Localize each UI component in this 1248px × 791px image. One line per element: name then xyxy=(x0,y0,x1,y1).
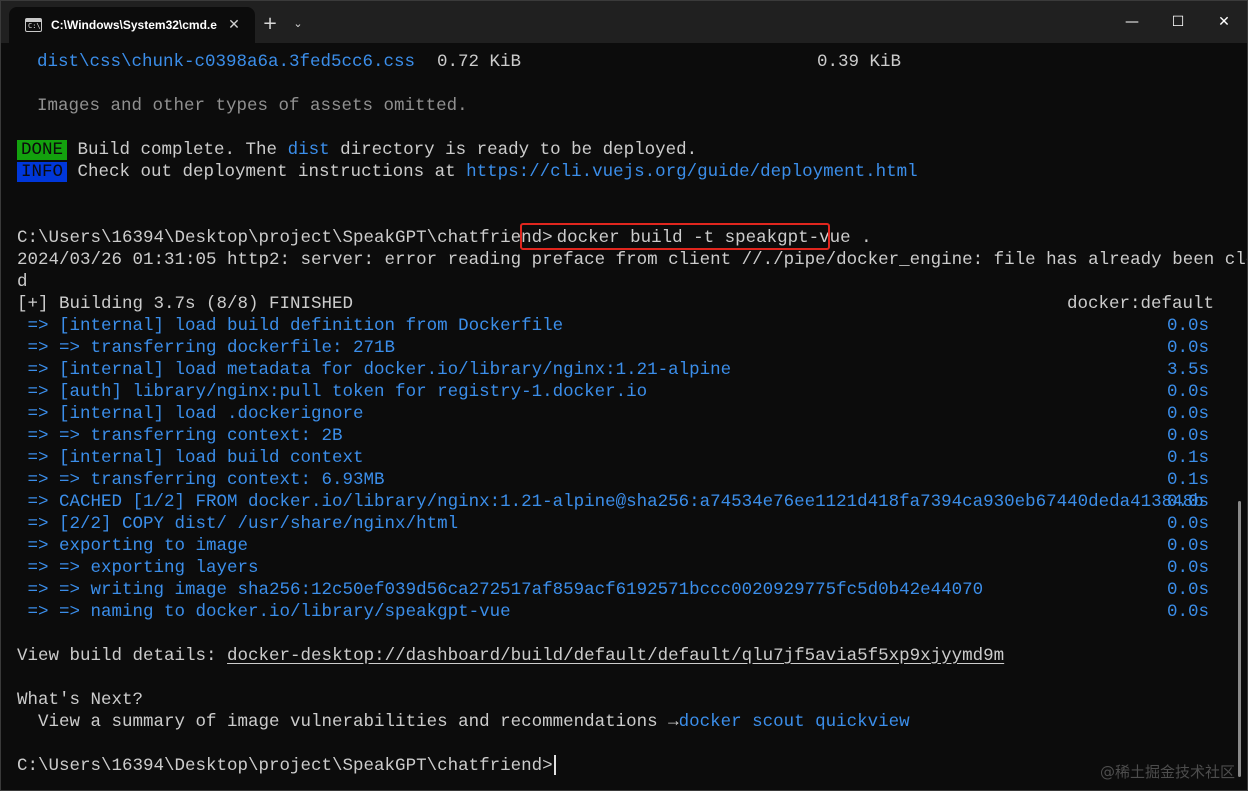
build-step-time: 0.0s xyxy=(1167,580,1210,600)
build-step: => [auth] library/nginx:pull token for r… xyxy=(17,382,648,402)
tab-cmd[interactable]: C:\ C:\Windows\System32\cmd.e ✕ xyxy=(9,7,255,43)
next-line: View a summary of image vulnerabilities … xyxy=(17,711,910,733)
build-step-time: 0.0s xyxy=(1167,404,1210,424)
build-step: => => exporting layers xyxy=(17,558,259,578)
command-highlight-box xyxy=(520,223,830,250)
build-step-time: 0.0s xyxy=(1167,426,1210,446)
build-step-time: 0.0s xyxy=(1167,316,1210,336)
cmd-icon-text: C:\ xyxy=(28,22,41,30)
build-step-time: 0.0s xyxy=(1167,492,1210,512)
view-details-line: View build details: docker-desktop://das… xyxy=(17,645,1004,667)
build-step-time: 0.0s xyxy=(1167,338,1210,358)
prompt: C:\Users\16394\Desktop\project\SpeakGPT\… xyxy=(17,228,553,248)
build-step: => [2/2] COPY dist/ /usr/share/nginx/htm… xyxy=(17,514,459,534)
info-badge: INFO xyxy=(17,162,68,182)
final-prompt: C:\Users\16394\Desktop\project\SpeakGPT\… xyxy=(17,756,553,776)
build-step-time: 0.0s xyxy=(1167,558,1210,578)
title-bar: C:\ C:\Windows\System32\cmd.e ✕ + ⌄ — ☐ … xyxy=(1,1,1247,43)
done-dist: dist xyxy=(287,140,330,160)
asset-file: dist\css\chunk-c0398a6a.3fed5cc6.css xyxy=(37,52,416,72)
build-step: => [internal] load build context xyxy=(17,448,364,468)
done-badge: DONE xyxy=(17,140,68,160)
build-step: => => transferring context: 6.93MB xyxy=(17,470,385,490)
build-details-link[interactable]: docker-desktop://dashboard/build/default… xyxy=(227,646,1004,666)
window-controls: — ☐ ✕ xyxy=(1109,1,1247,43)
build-step: => exporting to image xyxy=(17,536,249,556)
build-step: => [internal] load metadata for docker.i… xyxy=(17,360,732,380)
build-step: => [internal] load build definition from… xyxy=(17,316,564,336)
build-step: => CACHED [1/2] FROM docker.io/library/n… xyxy=(17,492,1204,512)
cmd-icon: C:\ xyxy=(25,18,42,32)
next-text: View a summary of image vulnerabilities … xyxy=(17,712,679,732)
build-step: => => naming to docker.io/library/speakg… xyxy=(17,602,511,622)
build-step-time: 0.0s xyxy=(1167,536,1210,556)
build-step-time: 0.0s xyxy=(1167,382,1210,402)
close-button[interactable]: ✕ xyxy=(1201,1,1247,43)
error-line-2: d xyxy=(17,272,28,292)
build-step: => => transferring dockerfile: 271B xyxy=(17,338,396,358)
build-step: => [internal] load .dockerignore xyxy=(17,404,364,424)
build-step: => => transferring context: 2B xyxy=(17,426,343,446)
minimize-button[interactable]: — xyxy=(1109,1,1155,43)
whats-next: What's Next? xyxy=(17,690,144,710)
build-step-time: 0.0s xyxy=(1167,514,1210,534)
builder-name: docker:default xyxy=(1067,294,1215,314)
maximize-button[interactable]: ☐ xyxy=(1155,1,1201,43)
building-line: [+] Building 3.7s (8/8) FINISHED xyxy=(17,294,354,314)
asset-size: 0.72 KiB xyxy=(437,52,522,72)
asset-line: dist\css\chunk-c0398a6a.3fed5cc6.css xyxy=(17,51,415,73)
view-details-label: View build details: xyxy=(17,646,228,666)
text-cursor xyxy=(553,755,556,776)
done-text-before: Build complete. The xyxy=(67,140,288,160)
watermark: @稀土掘金技术社区 xyxy=(1099,763,1235,781)
scout-command: docker scout quickview xyxy=(678,712,910,732)
console-output[interactable]: dist\css\chunk-c0398a6a.3fed5cc6.css 0.7… xyxy=(1,43,1247,790)
scrollbar[interactable] xyxy=(1238,501,1241,777)
error-line-1: 2024/03/26 01:31:05 http2: server: error… xyxy=(17,250,1247,270)
build-step-time: 3.5s xyxy=(1167,360,1210,380)
tab-title: C:\Windows\System32\cmd.e xyxy=(51,18,217,32)
build-step-time: 0.1s xyxy=(1167,448,1210,468)
build-step-time: 0.1s xyxy=(1167,470,1210,490)
asset-gzip-size: 0.39 KiB xyxy=(817,52,902,72)
assets-omitted-note: Images and other types of assets omitted… xyxy=(37,96,468,116)
chevron-down-icon[interactable]: ⌄ xyxy=(285,7,311,43)
new-tab-button[interactable]: + xyxy=(255,7,285,43)
info-line: INFO Check out deployment instructions a… xyxy=(17,161,918,183)
final-prompt-line[interactable]: C:\Users\16394\Desktop\project\SpeakGPT\… xyxy=(17,755,556,777)
build-step: => => writing image sha256:12c50ef039d56… xyxy=(17,580,984,600)
done-line: DONE Build complete. The dist directory … xyxy=(17,139,697,161)
info-text: Check out deployment instructions at xyxy=(67,162,467,182)
close-tab-icon[interactable]: ✕ xyxy=(223,14,245,36)
build-step-time: 0.0s xyxy=(1167,602,1210,622)
done-text-after: directory is ready to be deployed. xyxy=(329,140,698,160)
terminal-window: C:\ C:\Windows\System32\cmd.e ✕ + ⌄ — ☐ … xyxy=(0,0,1248,791)
deployment-link[interactable]: https://cli.vuejs.org/guide/deployment.h… xyxy=(466,162,918,182)
